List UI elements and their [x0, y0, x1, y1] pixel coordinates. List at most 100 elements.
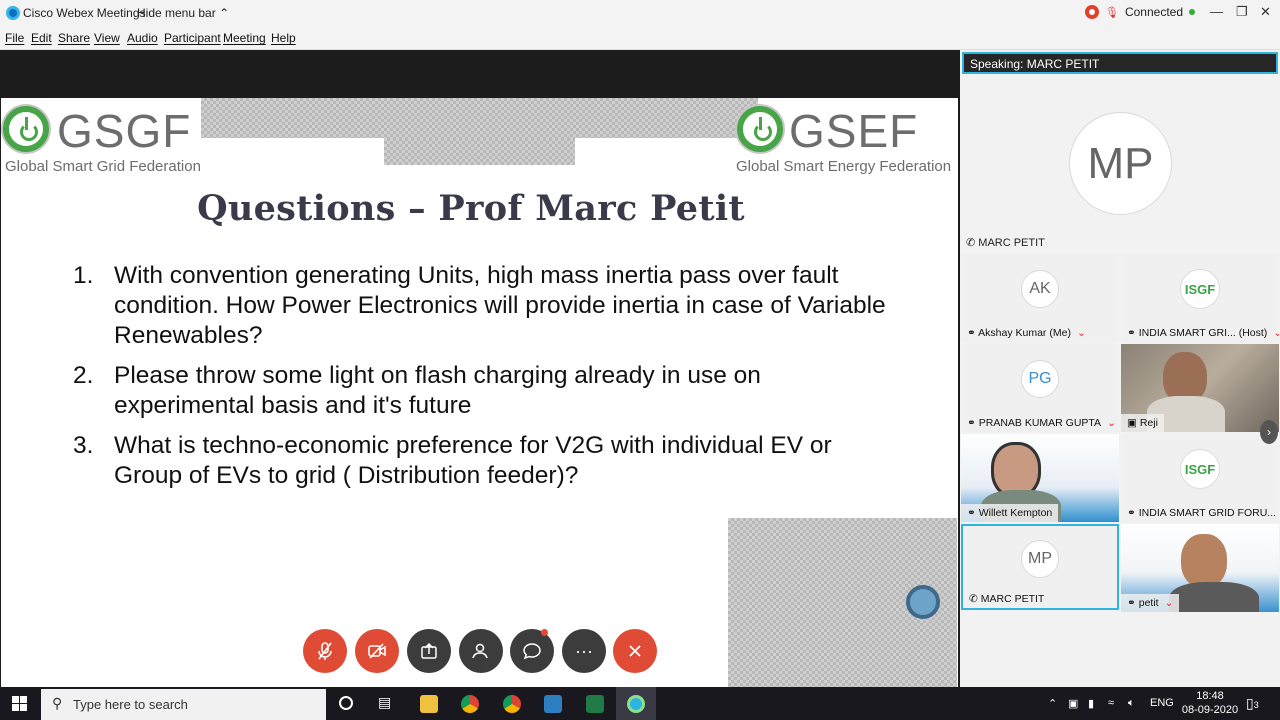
- gsgf-power-logo-icon: [3, 106, 49, 152]
- participant-tile[interactable]: ISGF ⚭ INDIA SMART GRID FORU...⌄: [1121, 434, 1279, 522]
- hide-menu-bar-button[interactable]: Hide menu bar ⌃: [137, 6, 229, 20]
- gsgf-subtitle: Global Smart Grid Federation: [5, 158, 201, 175]
- video-off-icon: [368, 643, 386, 659]
- shared-slide: GSGF Global Smart Grid Federation GSEF G…: [1, 98, 958, 688]
- connection-status: 🎙︎ Connected: [1085, 5, 1196, 19]
- chevron-up-icon: ⌃: [219, 6, 230, 20]
- chat-button[interactable]: [510, 629, 554, 673]
- participant-label: ⚭ INDIA SMART GRID FORU...⌄: [1121, 504, 1279, 522]
- participant-label: ⚭ petit ⌄: [1121, 594, 1180, 612]
- question-text: What is techno-economic preference for V…: [114, 432, 832, 489]
- tray-app-icon[interactable]: ▣: [1068, 697, 1078, 710]
- share-icon: [421, 642, 437, 659]
- minimize-button[interactable]: —: [1210, 4, 1223, 19]
- app-title: Cisco Webex Meetings: [23, 6, 146, 20]
- question-number: 1.: [73, 262, 94, 289]
- clock[interactable]: 18:48 08-09-2020: [1180, 689, 1240, 717]
- menu-bar: File Edit Share View Audio Participant M…: [0, 26, 1280, 50]
- participants-icon: [472, 643, 488, 659]
- avatar: PG: [1021, 360, 1059, 398]
- stop-video-button[interactable]: [355, 629, 399, 673]
- menu-view[interactable]: View: [94, 31, 120, 45]
- gsgf-logo-text: GSGF: [57, 105, 192, 157]
- isgf-logo-icon: ISGF: [1180, 269, 1220, 309]
- show-hidden-icons-icon[interactable]: ⌃: [1048, 697, 1057, 710]
- file-explorer-icon[interactable]: [420, 695, 438, 713]
- speaking-bar: Speaking: MARC PETIT: [962, 52, 1278, 74]
- mute-button[interactable]: [303, 629, 347, 673]
- gsef-power-logo-icon: [737, 106, 783, 152]
- active-speaker-label: ✆ MARC PETIT: [966, 237, 1045, 249]
- windows-taskbar: ⚲ Type here to search ▤ ⌃ ▣ ▮ ≈ 🔈︎ ENG 1…: [0, 687, 1280, 720]
- menu-meeting[interactable]: Meeting: [223, 31, 266, 45]
- menu-help[interactable]: Help: [271, 31, 296, 45]
- participant-tile[interactable]: ISGF ⚭ INDIA SMART GRI... (Host) ⌄: [1121, 254, 1279, 342]
- participant-tile[interactable]: ⚭ Willett Kempton: [961, 434, 1119, 522]
- shared-content-stage: GSGF Global Smart Grid Federation GSEF G…: [0, 50, 960, 688]
- cortana-icon[interactable]: [339, 696, 353, 710]
- webex-icon: [627, 695, 645, 713]
- participant-tile-active[interactable]: MP ✆ MARC PETIT: [961, 524, 1119, 610]
- participant-tile[interactable]: AK ⚭ Akshay Kumar (Me) ⌄: [961, 254, 1119, 342]
- webex-taskbar-button[interactable]: [616, 687, 656, 720]
- participant-tile[interactable]: ▣ Reji: [1121, 344, 1279, 432]
- participants-button[interactable]: [459, 629, 503, 673]
- gsef-logo-text: GSEF: [789, 105, 919, 157]
- chat-notification-dot: [541, 629, 548, 636]
- windows-start-icon[interactable]: [12, 696, 28, 712]
- task-view-icon[interactable]: ▤: [378, 694, 391, 711]
- connection-status-label: Connected: [1124, 5, 1184, 19]
- more-options-button[interactable]: ···: [562, 629, 606, 673]
- battery-icon[interactable]: ▮: [1088, 697, 1094, 710]
- gsef-subtitle: Global Smart Energy Federation: [736, 158, 952, 175]
- participant-label: ✆ MARC PETIT: [963, 590, 1051, 608]
- menu-share[interactable]: Share: [58, 31, 90, 45]
- cursor-indicator-icon: [906, 585, 940, 619]
- device-icon: ▣: [1127, 417, 1137, 429]
- excel-icon[interactable]: [586, 695, 604, 713]
- chrome-icon[interactable]: [461, 695, 479, 713]
- taskbar-search-input[interactable]: ⚲ Type here to search: [41, 689, 326, 720]
- audio-icon: ⚭: [967, 507, 976, 519]
- question-number: 2.: [73, 362, 94, 389]
- participant-label: ⚭ Akshay Kumar (Me) ⌄: [961, 324, 1092, 342]
- menu-edit[interactable]: Edit: [31, 31, 52, 45]
- participant-label: ⚭ INDIA SMART GRI... (Host) ⌄: [1121, 324, 1279, 342]
- close-window-button[interactable]: ✕: [1260, 4, 1271, 20]
- participant-tile[interactable]: ⚭ petit ⌄: [1121, 524, 1279, 612]
- notification-center-icon[interactable]: ▯3: [1246, 695, 1259, 712]
- wifi-icon[interactable]: ≈: [1108, 697, 1114, 709]
- volume-icon[interactable]: 🔈︎: [1128, 697, 1135, 710]
- next-page-arrow-icon[interactable]: ›: [1260, 420, 1278, 444]
- phone-icon: ✆: [966, 237, 976, 249]
- isgf-logo-icon: ISGF: [1180, 449, 1220, 489]
- leave-meeting-button[interactable]: [613, 629, 657, 673]
- search-placeholder: Type here to search: [73, 697, 188, 712]
- avatar: AK: [1021, 270, 1059, 308]
- audio-icon: ⚭: [1127, 327, 1136, 339]
- audio-icon: ⚭: [967, 327, 976, 339]
- participant-label: ⚭ PRANAB KUMAR GUPTA ⌄: [961, 414, 1119, 432]
- record-icon: [1085, 5, 1099, 19]
- mic-muted-icon: ⌄: [1076, 327, 1086, 339]
- language-indicator[interactable]: ENG: [1150, 697, 1174, 709]
- speaking-name: MARC PETIT: [1026, 57, 1100, 71]
- speaking-label: Speaking:: [970, 57, 1024, 71]
- participant-label: ▣ Reji: [1121, 414, 1164, 432]
- phone-icon: ✆: [969, 593, 978, 605]
- restore-button[interactable]: ❐: [1236, 4, 1248, 20]
- clock-date: 08-09-2020: [1181, 704, 1239, 716]
- slide-title: Questions – Prof Marc Petit: [197, 188, 745, 229]
- chrome-profile-icon[interactable]: [503, 695, 521, 713]
- participant-label: ⚭ Willett Kempton: [961, 504, 1059, 522]
- share-button[interactable]: [407, 629, 451, 673]
- menu-audio[interactable]: Audio: [127, 31, 158, 45]
- close-icon: [629, 645, 641, 657]
- photos-icon[interactable]: [544, 695, 562, 713]
- participant-tile[interactable]: PG ⚭ PRANAB KUMAR GUPTA ⌄: [961, 344, 1119, 432]
- status-dot-icon: [1189, 9, 1196, 15]
- active-speaker-avatar: MP: [1069, 112, 1172, 215]
- menu-participant[interactable]: Participant: [164, 31, 221, 45]
- question-text: With convention generating Units, high m…: [114, 262, 886, 349]
- menu-file[interactable]: File: [5, 31, 24, 45]
